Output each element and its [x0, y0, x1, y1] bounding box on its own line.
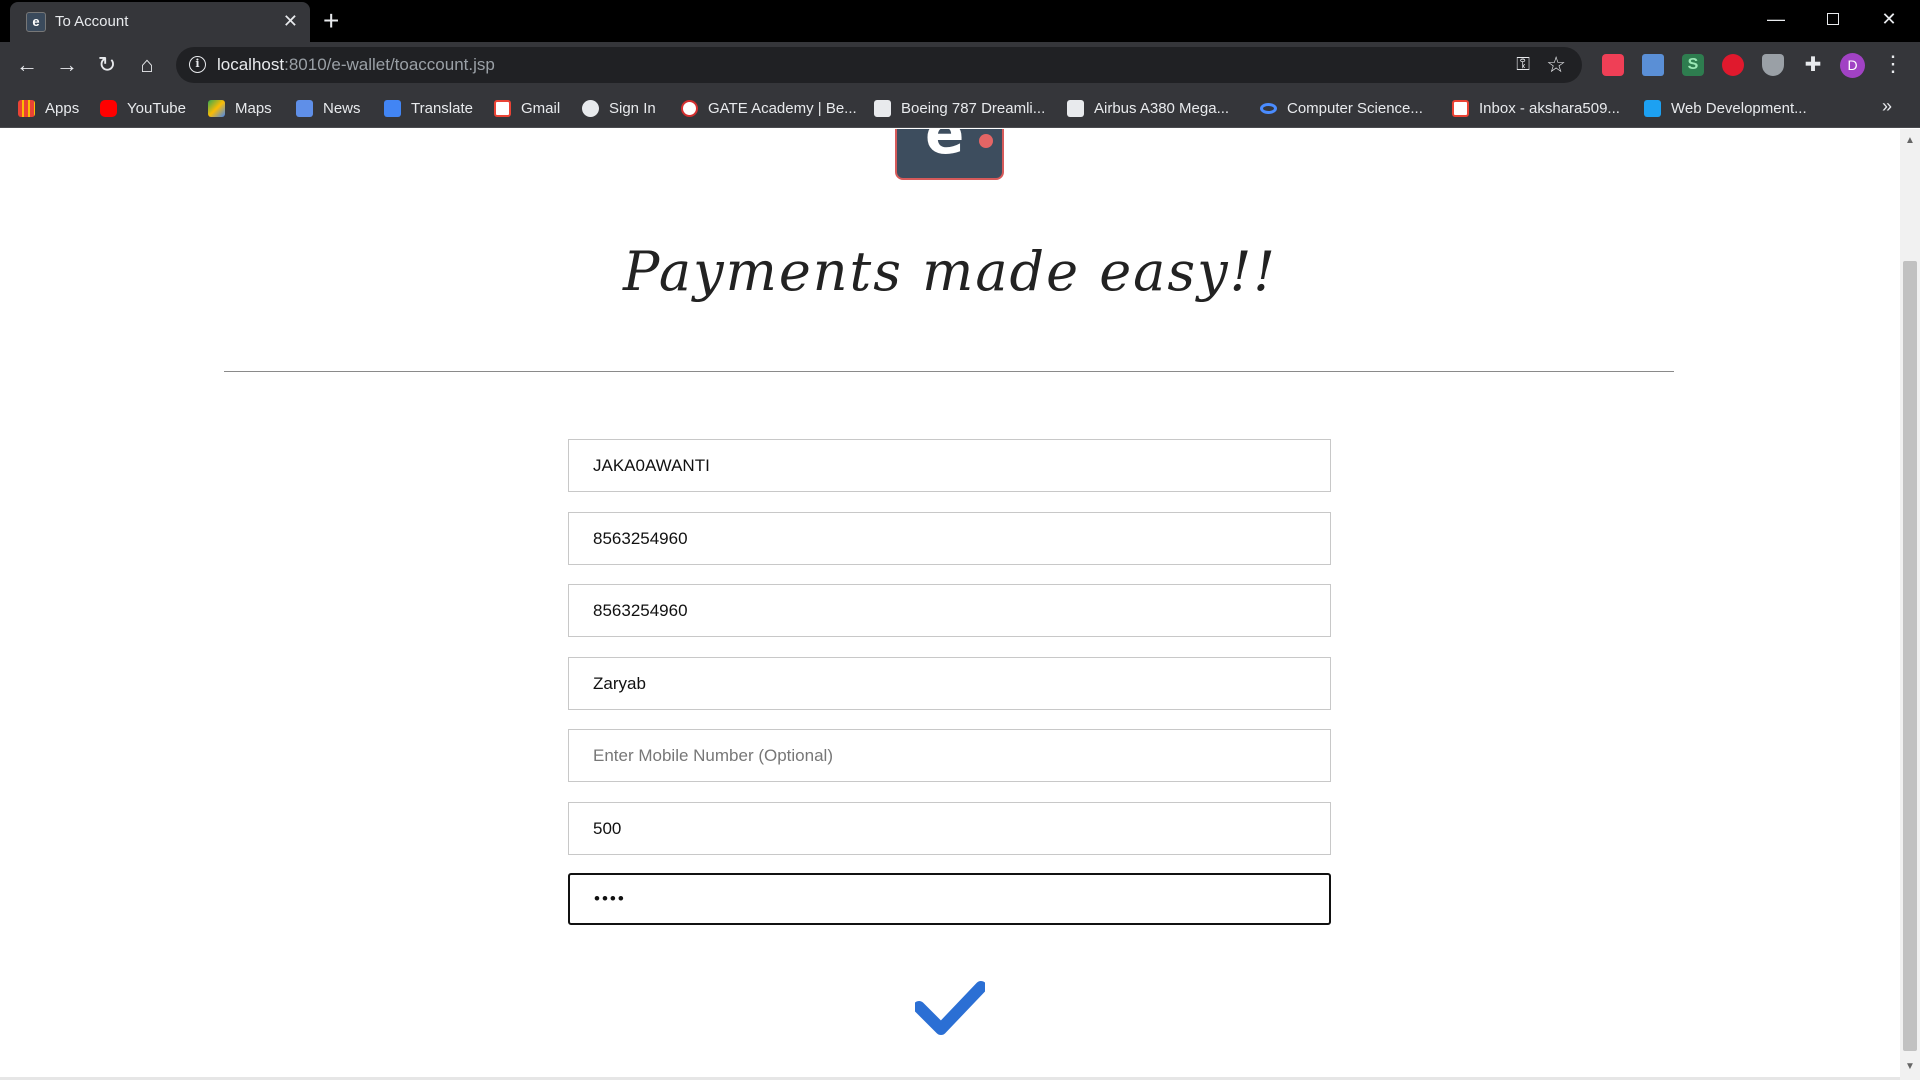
bookmark-computer-science[interactable]: Computer Science... — [1260, 95, 1423, 121]
tab-title: To Account — [55, 13, 129, 30]
maps-icon — [208, 99, 225, 117]
bookmark-gate-academy[interactable]: GATE Academy | Be... — [681, 95, 857, 121]
scroll-down-arrow-icon[interactable]: ▼ — [1905, 1061, 1915, 1072]
tab-close-icon[interactable]: ✕ — [283, 11, 298, 31]
new-tab-button[interactable]: + — [323, 6, 339, 36]
apps-grid-icon — [18, 99, 35, 117]
url-text[interactable]: localhost:8010/e-wallet/toaccount.jsp — [217, 55, 495, 75]
e-wallet-favicon-icon: e — [26, 12, 46, 32]
close-window-button[interactable]: ✕ — [1869, 4, 1909, 34]
bookmark-label: Inbox - akshara509... — [1479, 99, 1620, 117]
profile-avatar[interactable]: D — [1840, 53, 1865, 78]
submit-check-button[interactable] — [913, 977, 987, 1037]
bookmark-label: YouTube — [127, 99, 186, 117]
scrollbar-thumb[interactable] — [1903, 261, 1917, 1051]
e-wallet-logo: e — [895, 129, 1004, 180]
url-path: :8010/e-wallet/toaccount.jsp — [284, 55, 495, 74]
checkmark-icon — [913, 981, 987, 1035]
account-number-input[interactable] — [568, 512, 1331, 565]
bookmarks-bar: Apps YouTube Maps News Translate Gmail S… — [0, 88, 1920, 128]
bookmark-inbox[interactable]: Inbox - akshara509... — [1452, 95, 1620, 121]
pocket-extension-icon[interactable] — [1602, 54, 1624, 76]
page-f-icon — [874, 99, 891, 117]
home-button[interactable]: ⌂ — [132, 50, 162, 80]
bookmark-label: Computer Science... — [1287, 99, 1423, 117]
divider — [224, 371, 1674, 372]
bookmark-translate[interactable]: Translate — [384, 95, 473, 121]
bookmark-airbus[interactable]: Airbus A380 Mega... — [1067, 95, 1229, 121]
forward-button[interactable]: → — [52, 50, 82, 80]
translate-icon — [384, 99, 401, 117]
gmail-icon — [494, 99, 511, 117]
minimize-button[interactable]: — — [1756, 4, 1796, 34]
bookmark-sign-in[interactable]: Sign In — [582, 95, 656, 121]
bookmark-label: Gmail — [521, 99, 561, 117]
bookmark-maps[interactable]: Maps — [208, 95, 272, 121]
page-scrollbar[interactable]: ▲ ▼ — [1900, 129, 1920, 1080]
bookmark-gmail[interactable]: Gmail — [494, 95, 560, 121]
ifsc-code-input[interactable] — [568, 439, 1331, 492]
bookmark-news[interactable]: News — [296, 95, 361, 121]
tab-to-account[interactable]: e To Account ✕ — [10, 2, 310, 42]
s-extension-icon[interactable]: S — [1682, 54, 1704, 76]
address-bar[interactable]: i localhost:8010/e-wallet/toaccount.jsp … — [176, 47, 1582, 83]
bookmark-label: Apps — [45, 99, 80, 117]
bookmark-youtube[interactable]: YouTube — [100, 95, 186, 121]
amount-input[interactable] — [568, 802, 1331, 855]
pin-input[interactable] — [568, 873, 1331, 925]
bookmark-apps[interactable]: Apps — [18, 95, 79, 121]
back-button[interactable]: ← — [12, 50, 42, 80]
extensions-puzzle-icon[interactable]: ✚ — [1802, 54, 1824, 76]
logo-letter-icon: e — [925, 129, 965, 167]
bookmark-label: Sign In — [609, 99, 656, 117]
bookmark-web-development[interactable]: Web Development... — [1644, 95, 1807, 121]
account-holder-name-input[interactable] — [568, 657, 1331, 710]
bookmark-label: Boeing 787 Dreamli... — [901, 99, 1046, 117]
chrome-menu-icon[interactable]: ⋮ — [1882, 51, 1904, 77]
page-f-icon — [1067, 99, 1084, 117]
is-icon — [1644, 99, 1661, 117]
bookmarks-overflow-icon[interactable]: » — [1882, 96, 1892, 117]
logo-dot — [979, 134, 993, 148]
bookmark-label: News — [323, 99, 361, 117]
reload-button[interactable]: ↻ — [92, 50, 122, 80]
confirm-account-number-input[interactable] — [568, 584, 1331, 637]
bookmark-label: Web Development... — [1671, 99, 1807, 117]
url-host: localhost — [217, 55, 285, 74]
bookmark-star-icon[interactable]: ☆ — [1546, 52, 1566, 78]
password-key-icon[interactable]: ⚿ — [1516, 54, 1530, 75]
bookmark-label: Maps — [235, 99, 272, 117]
scroll-up-arrow-icon[interactable]: ▲ — [1905, 135, 1915, 146]
bookmark-label: Airbus A380 Mega... — [1094, 99, 1230, 117]
hand-extension-icon[interactable] — [1722, 54, 1744, 76]
bookmark-boeing[interactable]: Boeing 787 Dreamli... — [874, 95, 1045, 121]
site-info-icon[interactable]: i — [189, 56, 206, 73]
bookmark-label: Translate — [411, 99, 473, 117]
page-viewport: e Payments made easy!! — [0, 129, 1900, 1080]
bookmark-label: GATE Academy | Be... — [708, 99, 857, 117]
restore-icon — [1827, 13, 1839, 25]
globe-icon — [582, 99, 599, 117]
gmail-icon — [1452, 99, 1469, 117]
title-bar: e To Account ✕ + — ✕ — [0, 0, 1920, 42]
mobile-number-input[interactable] — [568, 729, 1331, 782]
gate-academy-icon — [681, 99, 698, 117]
cube-extension-icon[interactable] — [1642, 54, 1664, 76]
browser-toolbar: ← → ↻ ⌂ i localhost:8010/e-wallet/toacco… — [0, 42, 1920, 88]
coursera-icon — [1260, 102, 1277, 114]
page-heading: Payments made easy!! — [623, 240, 1277, 303]
restore-button[interactable] — [1813, 4, 1853, 34]
youtube-icon — [100, 99, 117, 117]
news-icon — [296, 99, 313, 117]
shield-extension-icon[interactable] — [1762, 54, 1784, 76]
